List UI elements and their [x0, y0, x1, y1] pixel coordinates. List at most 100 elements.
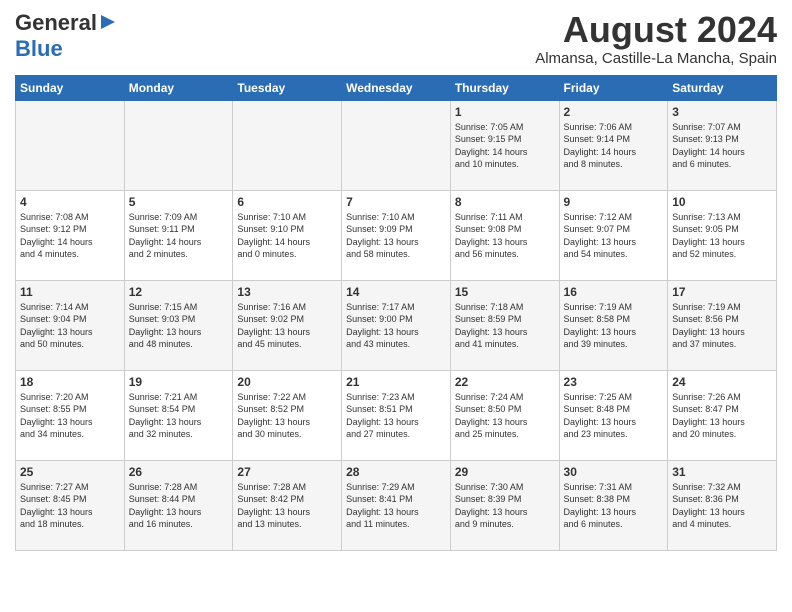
day-number: 25	[20, 465, 120, 479]
day-number: 24	[672, 375, 772, 389]
day-info: Sunrise: 7:15 AM Sunset: 9:03 PM Dayligh…	[129, 301, 229, 351]
day-number: 13	[237, 285, 337, 299]
calendar-cell: 10 Sunrise: 7:13 AM Sunset: 9:05 PM Dayli…	[668, 190, 777, 280]
calendar-cell: 12 Sunrise: 7:15 AM Sunset: 9:03 PM Dayli…	[124, 280, 233, 370]
calendar-cell: 18Sunrise: 7:20 AM Sunset: 8:55 PM Dayli…	[16, 370, 125, 460]
col-header-wednesday: Wednesday	[342, 75, 451, 100]
day-number: 9	[564, 195, 664, 209]
calendar-cell: 4 Sunrise: 7:08 AM Sunset: 9:12 PM Daylig…	[16, 190, 125, 280]
day-info: Sunrise: 7:10 AM Sunset: 9:09 PM Dayligh…	[346, 211, 446, 261]
calendar-cell: 2 Sunrise: 7:06 AM Sunset: 9:14 PM Daylig…	[559, 100, 668, 190]
day-number: 4	[20, 195, 120, 209]
col-header-thursday: Thursday	[450, 75, 559, 100]
day-info: Sunrise: 7:28 AM Sunset: 8:42 PM Dayligh…	[237, 481, 337, 531]
page-header: General Blue August 2024 Almansa, Castil…	[15, 10, 777, 67]
day-number: 14	[346, 285, 446, 299]
day-info: Sunrise: 7:09 AM Sunset: 9:11 PM Dayligh…	[129, 211, 229, 261]
day-info: Sunrise: 7:19 AM Sunset: 8:58 PM Dayligh…	[564, 301, 664, 351]
day-info: Sunrise: 7:19 AM Sunset: 8:56 PM Dayligh…	[672, 301, 772, 351]
calendar-cell: 6Sunrise: 7:10 AM Sunset: 9:10 PM Daylig…	[233, 190, 342, 280]
day-info: Sunrise: 7:14 AM Sunset: 9:04 PM Dayligh…	[20, 301, 120, 351]
location: Almansa, Castille-La Mancha, Spain	[535, 50, 777, 67]
col-header-monday: Monday	[124, 75, 233, 100]
calendar-cell: 28 Sunrise: 7:29 AM Sunset: 8:41 PM Dayli…	[342, 460, 451, 550]
month-year: August 2024	[535, 10, 777, 50]
day-info: Sunrise: 7:21 AM Sunset: 8:54 PM Dayligh…	[129, 391, 229, 441]
day-info: Sunrise: 7:20 AM Sunset: 8:55 PM Dayligh…	[20, 391, 120, 441]
day-number: 23	[564, 375, 664, 389]
day-info: Sunrise: 7:29 AM Sunset: 8:41 PM Dayligh…	[346, 481, 446, 531]
day-info: Sunrise: 7:23 AM Sunset: 8:51 PM Dayligh…	[346, 391, 446, 441]
logo-blue-text: Blue	[15, 36, 63, 62]
day-number: 6	[237, 195, 337, 209]
calendar-cell	[233, 100, 342, 190]
calendar-cell: 13 Sunrise: 7:16 AM Sunset: 9:02 PM Dayli…	[233, 280, 342, 370]
calendar-cell: 9 Sunrise: 7:12 AM Sunset: 9:07 PM Daylig…	[559, 190, 668, 280]
day-number: 12	[129, 285, 229, 299]
day-info: Sunrise: 7:11 AM Sunset: 9:08 PM Dayligh…	[455, 211, 555, 261]
calendar-cell: 3Sunrise: 7:07 AM Sunset: 9:13 PM Daylig…	[668, 100, 777, 190]
calendar-table: SundayMondayTuesdayWednesdayThursdayFrid…	[15, 75, 777, 551]
week-row: 4 Sunrise: 7:08 AM Sunset: 9:12 PM Daylig…	[16, 190, 777, 280]
day-number: 20	[237, 375, 337, 389]
day-number: 29	[455, 465, 555, 479]
logo-general-text: General	[15, 10, 97, 36]
col-header-friday: Friday	[559, 75, 668, 100]
day-info: Sunrise: 7:18 AM Sunset: 8:59 PM Dayligh…	[455, 301, 555, 351]
day-number: 8	[455, 195, 555, 209]
day-number: 2	[564, 105, 664, 119]
calendar-cell: 15 Sunrise: 7:18 AM Sunset: 8:59 PM Dayli…	[450, 280, 559, 370]
day-info: Sunrise: 7:16 AM Sunset: 9:02 PM Dayligh…	[237, 301, 337, 351]
calendar-cell: 24 Sunrise: 7:26 AM Sunset: 8:47 PM Dayli…	[668, 370, 777, 460]
week-row: 11 Sunrise: 7:14 AM Sunset: 9:04 PM Dayli…	[16, 280, 777, 370]
calendar-cell: 31 Sunrise: 7:32 AM Sunset: 8:36 PM Dayli…	[668, 460, 777, 550]
calendar-cell: 11 Sunrise: 7:14 AM Sunset: 9:04 PM Dayli…	[16, 280, 125, 370]
day-info: Sunrise: 7:13 AM Sunset: 9:05 PM Dayligh…	[672, 211, 772, 261]
day-number: 11	[20, 285, 120, 299]
week-row: 25Sunrise: 7:27 AM Sunset: 8:45 PM Dayli…	[16, 460, 777, 550]
day-info: Sunrise: 7:17 AM Sunset: 9:00 PM Dayligh…	[346, 301, 446, 351]
day-info: Sunrise: 7:30 AM Sunset: 8:39 PM Dayligh…	[455, 481, 555, 531]
day-number: 19	[129, 375, 229, 389]
calendar-cell: 16Sunrise: 7:19 AM Sunset: 8:58 PM Dayli…	[559, 280, 668, 370]
day-number: 22	[455, 375, 555, 389]
day-info: Sunrise: 7:26 AM Sunset: 8:47 PM Dayligh…	[672, 391, 772, 441]
day-info: Sunrise: 7:05 AM Sunset: 9:15 PM Dayligh…	[455, 121, 555, 171]
day-info: Sunrise: 7:25 AM Sunset: 8:48 PM Dayligh…	[564, 391, 664, 441]
day-number: 5	[129, 195, 229, 209]
calendar-cell: 19 Sunrise: 7:21 AM Sunset: 8:54 PM Dayli…	[124, 370, 233, 460]
day-number: 10	[672, 195, 772, 209]
day-number: 21	[346, 375, 446, 389]
calendar-cell: 30 Sunrise: 7:31 AM Sunset: 8:38 PM Dayli…	[559, 460, 668, 550]
day-number: 7	[346, 195, 446, 209]
calendar-cell: 17 Sunrise: 7:19 AM Sunset: 8:56 PM Dayli…	[668, 280, 777, 370]
calendar-cell: 25Sunrise: 7:27 AM Sunset: 8:45 PM Dayli…	[16, 460, 125, 550]
day-number: 17	[672, 285, 772, 299]
calendar-cell: 23 Sunrise: 7:25 AM Sunset: 8:48 PM Dayli…	[559, 370, 668, 460]
day-number: 30	[564, 465, 664, 479]
day-number: 28	[346, 465, 446, 479]
col-header-sunday: Sunday	[16, 75, 125, 100]
day-info: Sunrise: 7:32 AM Sunset: 8:36 PM Dayligh…	[672, 481, 772, 531]
col-header-tuesday: Tuesday	[233, 75, 342, 100]
calendar-cell: 26 Sunrise: 7:28 AM Sunset: 8:44 PM Dayli…	[124, 460, 233, 550]
day-number: 1	[455, 105, 555, 119]
calendar-cell: 22Sunrise: 7:24 AM Sunset: 8:50 PM Dayli…	[450, 370, 559, 460]
day-number: 31	[672, 465, 772, 479]
calendar-cell: 20 Sunrise: 7:22 AM Sunset: 8:52 PM Dayli…	[233, 370, 342, 460]
day-info: Sunrise: 7:22 AM Sunset: 8:52 PM Dayligh…	[237, 391, 337, 441]
day-info: Sunrise: 7:07 AM Sunset: 9:13 PM Dayligh…	[672, 121, 772, 171]
day-number: 27	[237, 465, 337, 479]
day-info: Sunrise: 7:08 AM Sunset: 9:12 PM Dayligh…	[20, 211, 120, 261]
day-info: Sunrise: 7:06 AM Sunset: 9:14 PM Dayligh…	[564, 121, 664, 171]
day-number: 15	[455, 285, 555, 299]
week-row: 18Sunrise: 7:20 AM Sunset: 8:55 PM Dayli…	[16, 370, 777, 460]
day-number: 26	[129, 465, 229, 479]
calendar-cell: 14 Sunrise: 7:17 AM Sunset: 9:00 PM Dayli…	[342, 280, 451, 370]
day-info: Sunrise: 7:31 AM Sunset: 8:38 PM Dayligh…	[564, 481, 664, 531]
col-header-saturday: Saturday	[668, 75, 777, 100]
day-info: Sunrise: 7:12 AM Sunset: 9:07 PM Dayligh…	[564, 211, 664, 261]
calendar-cell	[342, 100, 451, 190]
logo: General Blue	[15, 10, 117, 62]
day-info: Sunrise: 7:28 AM Sunset: 8:44 PM Dayligh…	[129, 481, 229, 531]
